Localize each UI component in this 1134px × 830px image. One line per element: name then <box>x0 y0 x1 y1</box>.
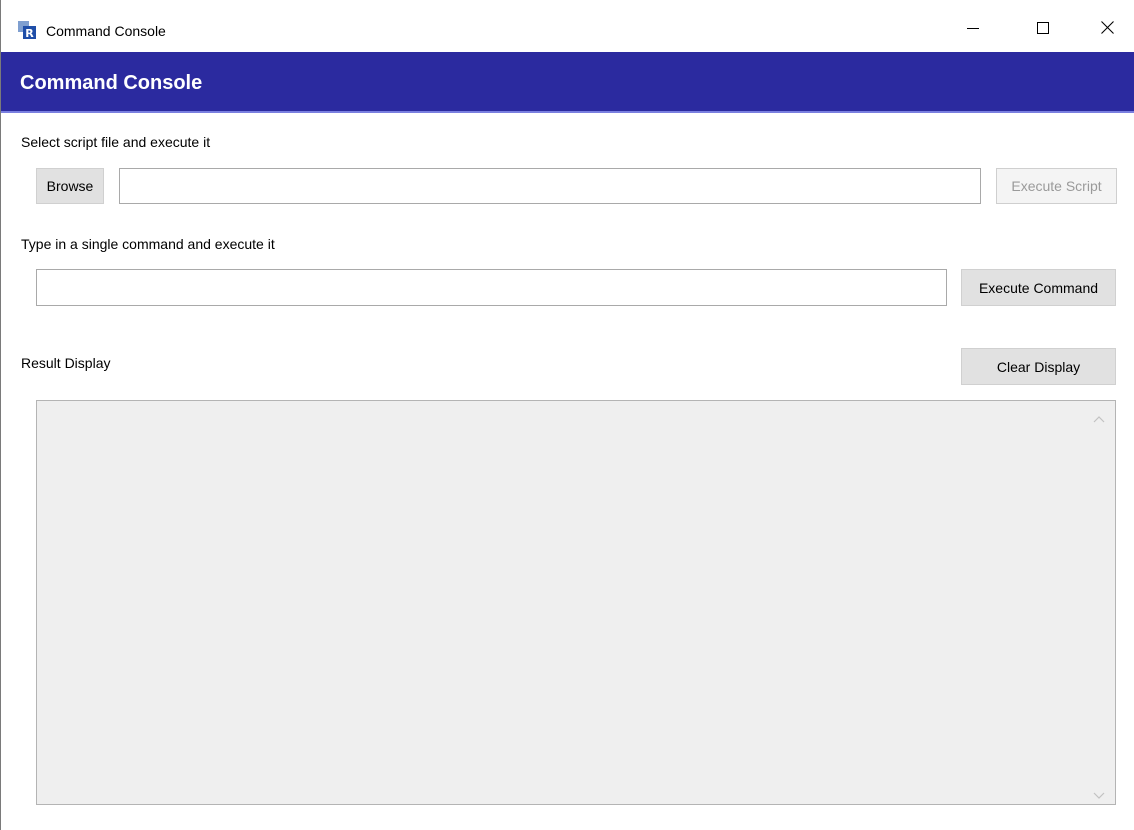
header-banner: Command Console <box>1 52 1134 113</box>
browse-button[interactable]: Browse <box>36 168 104 204</box>
close-button[interactable] <box>1084 8 1130 52</box>
svg-text:R: R <box>25 27 34 39</box>
scroll-down-icon[interactable] <box>1093 788 1105 799</box>
window-title: Command Console <box>46 23 166 39</box>
result-section-label: Result Display <box>21 355 111 371</box>
scroll-up-icon[interactable] <box>1093 411 1105 423</box>
r-app-icon: R <box>18 21 36 40</box>
clear-display-button[interactable]: Clear Display <box>961 348 1116 385</box>
command-input[interactable] <box>36 269 947 306</box>
result-display-area[interactable] <box>36 400 1116 805</box>
execute-command-button[interactable]: Execute Command <box>961 269 1116 306</box>
header-title: Command Console <box>20 72 203 94</box>
script-section-label: Select script file and execute it <box>21 134 211 150</box>
title-bar[interactable]: R Command Console <box>1 0 1134 52</box>
execute-script-button[interactable]: Execute Script <box>996 168 1117 204</box>
script-path-input[interactable] <box>119 168 981 204</box>
maximize-button[interactable] <box>1020 8 1066 52</box>
command-console-window: R Command Console Command Console Select… <box>0 0 1134 830</box>
minimize-icon <box>967 21 979 39</box>
minimize-button[interactable] <box>950 8 996 52</box>
maximize-icon <box>1037 21 1049 39</box>
close-icon <box>1100 21 1114 39</box>
command-section-label: Type in a single command and execute it <box>21 236 275 252</box>
